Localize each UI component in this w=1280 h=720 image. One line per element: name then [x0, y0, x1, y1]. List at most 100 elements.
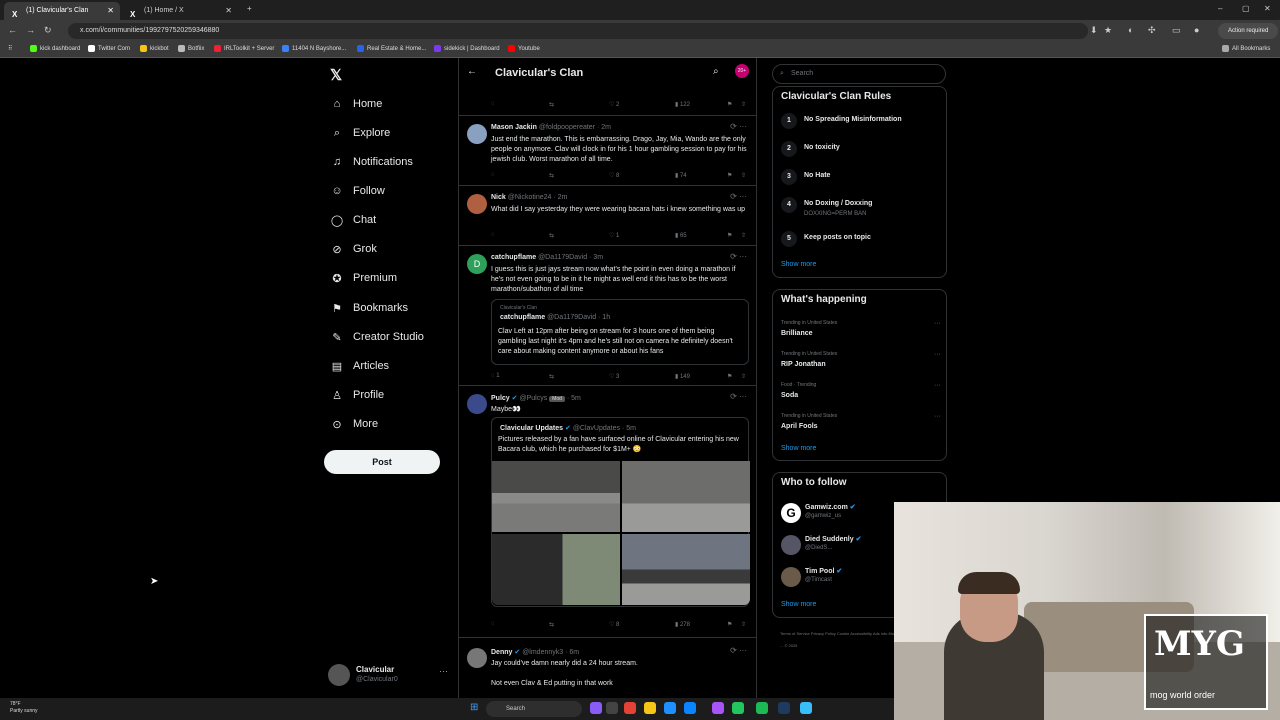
trend-item[interactable]: Trending in United States Brilliance ···: [781, 320, 941, 348]
profile-icon[interactable]: ●: [1194, 25, 1199, 35]
rule-item[interactable]: 5 Keep posts on topic: [781, 231, 941, 253]
footer-links[interactable]: Terms of Service Privacy Policy Cookie A…: [780, 628, 900, 652]
tweet[interactable]: Pulcy ✔ @Pulcys Mod · 5m ⟳ ··· Maybe👀 Cl…: [459, 386, 756, 638]
reply-icon[interactable]: ◌: [491, 621, 495, 627]
more-dots-icon[interactable]: ···: [934, 320, 941, 327]
photo[interactable]: [492, 534, 620, 605]
weather-widget[interactable]: 78°F Partly sunny: [10, 701, 38, 715]
notification-badge[interactable]: 20+: [735, 64, 749, 78]
x-logo-icon[interactable]: 𝕏: [330, 66, 342, 84]
close-tab-icon[interactable]: ✕: [225, 2, 232, 19]
more-dots-icon[interactable]: ⟳ ···: [730, 192, 747, 201]
repost-icon[interactable]: ⇆: [549, 101, 554, 108]
sidepanel-icon[interactable]: ▭: [1172, 25, 1181, 36]
bookmark-youtube[interactable]: Youtube: [508, 45, 540, 52]
close-window-icon[interactable]: ✕: [1264, 4, 1271, 13]
url-field[interactable]: x.com/i/communities/1992797520259346880: [68, 23, 1088, 39]
rule-item[interactable]: 1 No Spreading Misinformation: [781, 113, 941, 135]
taskbar-search[interactable]: Search: [486, 701, 582, 717]
photo[interactable]: [622, 461, 750, 532]
reply-button[interactable]: ◌ 1: [491, 373, 500, 379]
more-dots-icon[interactable]: ⟳ ···: [730, 392, 747, 401]
post-button[interactable]: Post: [324, 450, 440, 474]
bookmark-irltoolkit[interactable]: IRLToolkit + Server: [214, 45, 274, 52]
repost-icon[interactable]: ⇆: [549, 232, 554, 239]
bookmark-real-estate[interactable]: Real Estate & Home...: [357, 45, 426, 52]
nav-creator-studio[interactable]: ✎ Creator Studio: [330, 326, 424, 348]
spotify-icon[interactable]: [756, 702, 768, 714]
trend-item[interactable]: Trending in United States RIP Jonathan ···: [781, 351, 941, 379]
bookmark-icon[interactable]: ⚑: [727, 172, 732, 179]
minimize-icon[interactable]: –: [1218, 4, 1222, 13]
maximize-icon[interactable]: ▢: [1242, 4, 1250, 13]
more-dots-icon[interactable]: ···: [934, 413, 941, 420]
rule-item[interactable]: 2 No toxicity: [781, 141, 941, 163]
tweet[interactable]: D catchupflame @Da1179David · 3m ⟳ ··· I…: [459, 246, 756, 386]
trend-item[interactable]: Trending in United States April Fools ···: [781, 413, 941, 441]
app-icon[interactable]: [684, 702, 696, 714]
views-count[interactable]: ▮ 122: [675, 101, 690, 108]
nav-home[interactable]: ⌂ Home: [330, 93, 383, 115]
views-count[interactable]: ▮ 278: [675, 621, 690, 628]
reply-icon[interactable]: ◌: [491, 172, 495, 178]
search-input[interactable]: ⌕ Search: [772, 64, 946, 84]
tweet[interactable]: Denny ✔ @lmdennyk3 · 6m ⟳ ··· Jay could'…: [459, 640, 756, 698]
more-dots-icon[interactable]: ···: [934, 351, 941, 358]
nav-bookmarks[interactable]: ⚑ Bookmarks: [330, 297, 408, 319]
more-dots-icon[interactable]: ⟳ ···: [730, 646, 747, 655]
show-more-link[interactable]: Show more: [781, 601, 816, 608]
nav-chat[interactable]: ◯ Chat: [330, 209, 376, 231]
like-button[interactable]: ♡ 3: [609, 373, 619, 380]
search-icon[interactable]: ⌕: [713, 66, 719, 77]
bookmark-icon[interactable]: ⚑: [727, 621, 732, 628]
quoted-tweet[interactable]: Clavicular Updates ✔ @ClavUpdates · 5m P…: [491, 417, 750, 607]
bookmark-kickbot[interactable]: kickbot: [140, 45, 169, 52]
like-button[interactable]: ♡ 8: [609, 172, 619, 179]
nav-profile[interactable]: ♙ Profile: [330, 384, 384, 406]
puzzle-icon[interactable]: ✣: [1148, 25, 1156, 36]
reply-icon[interactable]: ◌: [491, 101, 495, 107]
app-icon[interactable]: [664, 702, 676, 714]
show-more-link[interactable]: Show more: [781, 261, 816, 268]
photo[interactable]: [622, 534, 750, 605]
app-icon[interactable]: [800, 702, 812, 714]
bookmark-twitter-com[interactable]: Twitter Com: [88, 45, 130, 52]
forward-icon[interactable]: →: [26, 25, 35, 35]
share-icon[interactable]: ⇧: [741, 232, 746, 239]
bookmark-icon[interactable]: ⚑: [727, 101, 732, 108]
action-required-button[interactable]: Action required: [1218, 23, 1279, 39]
tweet[interactable]: Mason Jackin @foldpoopereater · 2m ⟳ ···…: [459, 116, 756, 186]
show-more-link[interactable]: Show more: [781, 445, 816, 452]
share-icon[interactable]: ⇧: [741, 621, 746, 628]
share-icon[interactable]: ⇧: [741, 373, 746, 380]
bookmark-sidekick[interactable]: sidekick | Dashboard: [434, 45, 500, 52]
app-icon[interactable]: [732, 702, 744, 714]
more-dots-icon[interactable]: ⟳ ···: [730, 252, 747, 261]
chrome-icon[interactable]: [624, 702, 636, 714]
bookmark-botfix[interactable]: Botfiix: [178, 45, 204, 52]
photo[interactable]: [492, 461, 620, 532]
new-tab-icon[interactable]: +: [247, 4, 252, 13]
app-icon[interactable]: [590, 702, 602, 714]
like-button[interactable]: ♡ 1: [609, 232, 619, 239]
reply-icon[interactable]: ◌: [491, 232, 495, 238]
more-dots-icon[interactable]: ···: [934, 382, 941, 389]
bookmark-icon[interactable]: ⚑: [727, 373, 732, 380]
close-tab-icon[interactable]: ✕: [107, 2, 114, 19]
nav-articles[interactable]: ▤ Articles: [330, 355, 389, 377]
extension-icon[interactable]: ◐: [1128, 25, 1133, 35]
bookmark-bayshore[interactable]: 11404 N Bayshore...: [282, 45, 346, 52]
share-icon[interactable]: ⇧: [741, 172, 746, 179]
apps-icon[interactable]: ⠿: [8, 45, 12, 52]
more-dots-icon[interactable]: ⟳ ···: [730, 122, 747, 131]
nav-notifications[interactable]: ♫ Notifications: [330, 151, 413, 173]
nav-more[interactable]: ⊙ More: [330, 413, 378, 435]
like-button[interactable]: ♡ 2: [609, 101, 619, 108]
back-icon[interactable]: ←: [8, 25, 17, 35]
repost-icon[interactable]: ⇆: [549, 373, 554, 380]
app-icon[interactable]: [712, 702, 724, 714]
tab-home-x[interactable]: X (1) Home / X ✕: [122, 2, 238, 20]
install-icon[interactable]: ⬇: [1090, 25, 1098, 36]
app-icon[interactable]: [606, 702, 618, 714]
quoted-tweet[interactable]: Clavicular's Clan catchupflame @Da1179Da…: [491, 299, 749, 365]
